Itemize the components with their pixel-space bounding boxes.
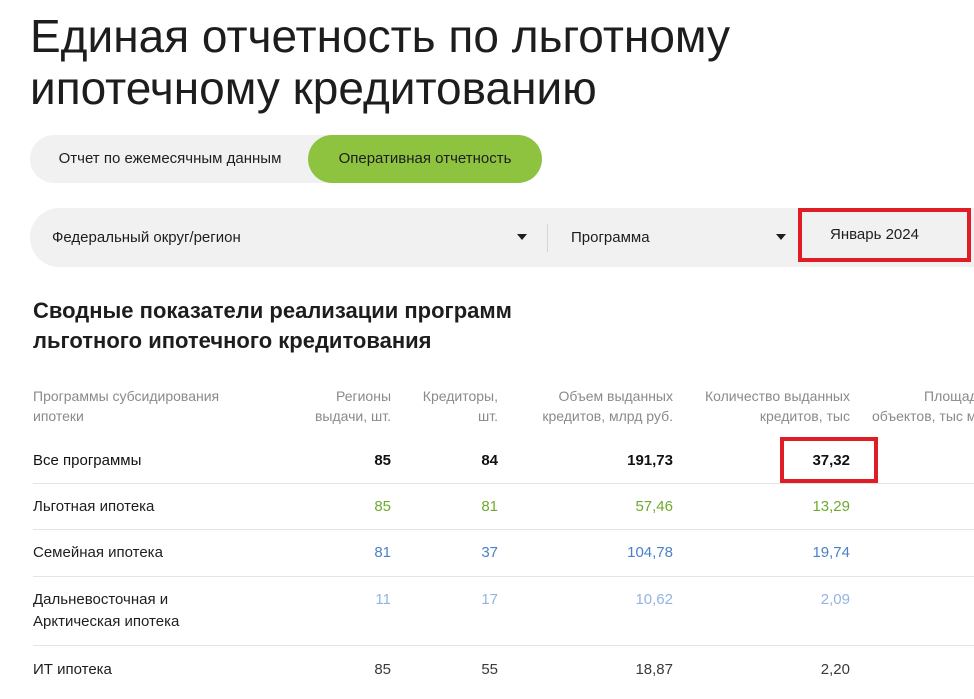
page-title-line-2: ипотечному кредитованию	[30, 62, 597, 114]
program-select[interactable]: Программа	[571, 208, 791, 267]
table-cell-volume: 18,87	[635, 661, 673, 678]
row-divider	[33, 645, 974, 646]
period-highlight-box	[798, 208, 971, 262]
filter-divider	[547, 224, 548, 252]
section-title-line-2: льготного ипотечного кредитования	[33, 328, 432, 353]
chevron-down-icon[interactable]	[776, 234, 786, 240]
page-title: Единая отчетность по льготному ипотечном…	[30, 10, 930, 114]
header-text: Количество выданных	[704, 388, 850, 404]
table-cell-count: 2,09	[820, 591, 850, 608]
tab-monthly-data[interactable]: Отчет по ежемесячным данным	[30, 135, 310, 183]
chevron-down-icon[interactable]	[517, 234, 527, 240]
row-divider	[33, 576, 974, 577]
column-header-count: Количество выданных кредитов, тыс	[680, 386, 850, 426]
table-cell-volume: 104,78	[627, 544, 673, 561]
table-cell-creditors: 55	[481, 661, 498, 678]
header-text: шт.	[478, 408, 498, 424]
table-cell-creditors: 81	[481, 498, 498, 515]
table-row-name: Льготная ипотека	[33, 498, 155, 515]
row-name-line-1: Дальневосточная и	[33, 591, 169, 608]
table-cell-count: 13,29	[812, 498, 850, 515]
header-text: кредитов, млрд руб.	[542, 408, 673, 424]
row-divider	[33, 529, 974, 530]
table-cell-volume: 191,73	[627, 452, 673, 469]
table-cell-regions: 85	[374, 661, 391, 678]
header-text: Кредиторы,	[422, 388, 498, 404]
header-text: объектов, тыс м	[872, 408, 974, 424]
report-type-tabs: Отчет по ежемесячным данным Оперативная …	[30, 135, 542, 183]
table-cell-volume: 57,46	[635, 498, 673, 515]
section-title-line-1: Сводные показатели реализации программ	[33, 298, 512, 323]
table-row-name: Дальневосточная и Арктическая ипотека	[33, 589, 263, 633]
table-row-name: ИТ ипотека	[33, 661, 112, 678]
column-header-program: Программы субсидирования ипотеки	[33, 386, 263, 426]
column-header-area: Площад объектов, тыс м	[872, 386, 974, 426]
table-cell-regions: 85	[374, 498, 391, 515]
tab-operational-reporting[interactable]: Оперативная отчетность	[308, 135, 542, 183]
table-row-name: Все программы	[33, 452, 142, 469]
row-name-line-2: Арктическая ипотека	[33, 613, 180, 630]
page-title-line-1: Единая отчетность по льготному	[30, 10, 731, 62]
table-cell-regions: 85	[374, 452, 391, 469]
table-cell-regions: 81	[374, 544, 391, 561]
header-text: Объем выданных	[558, 388, 673, 404]
region-select[interactable]: Федеральный округ/регион	[52, 208, 532, 267]
header-text: Программы субсидирования	[33, 388, 220, 404]
table-cell-creditors: 17	[481, 591, 498, 608]
header-text: Площад	[924, 388, 974, 404]
column-header-creditors: Кредиторы, шт.	[378, 386, 498, 426]
column-header-volume: Объем выданных кредитов, млрд руб.	[513, 386, 673, 426]
header-text: выдачи, шт.	[314, 408, 391, 424]
table-cell-count: 19,74	[812, 544, 850, 561]
column-header-regions: Регионы выдачи, шт.	[271, 386, 391, 426]
header-text: кредитов, тыс	[759, 408, 850, 424]
count-highlight-box	[780, 437, 878, 483]
section-title: Сводные показатели реализации программ л…	[33, 296, 633, 356]
table-cell-count: 2,20	[820, 661, 850, 678]
table-row-name: Семейная ипотека	[33, 544, 163, 561]
table-cell-creditors: 84	[481, 452, 498, 469]
header-text: ипотеки	[33, 408, 84, 424]
table-cell-creditors: 37	[481, 544, 498, 561]
table-cell-volume: 10,62	[635, 591, 673, 608]
header-text: Регионы	[335, 388, 391, 404]
row-divider	[33, 483, 974, 484]
table-cell-regions: 11	[375, 591, 391, 608]
